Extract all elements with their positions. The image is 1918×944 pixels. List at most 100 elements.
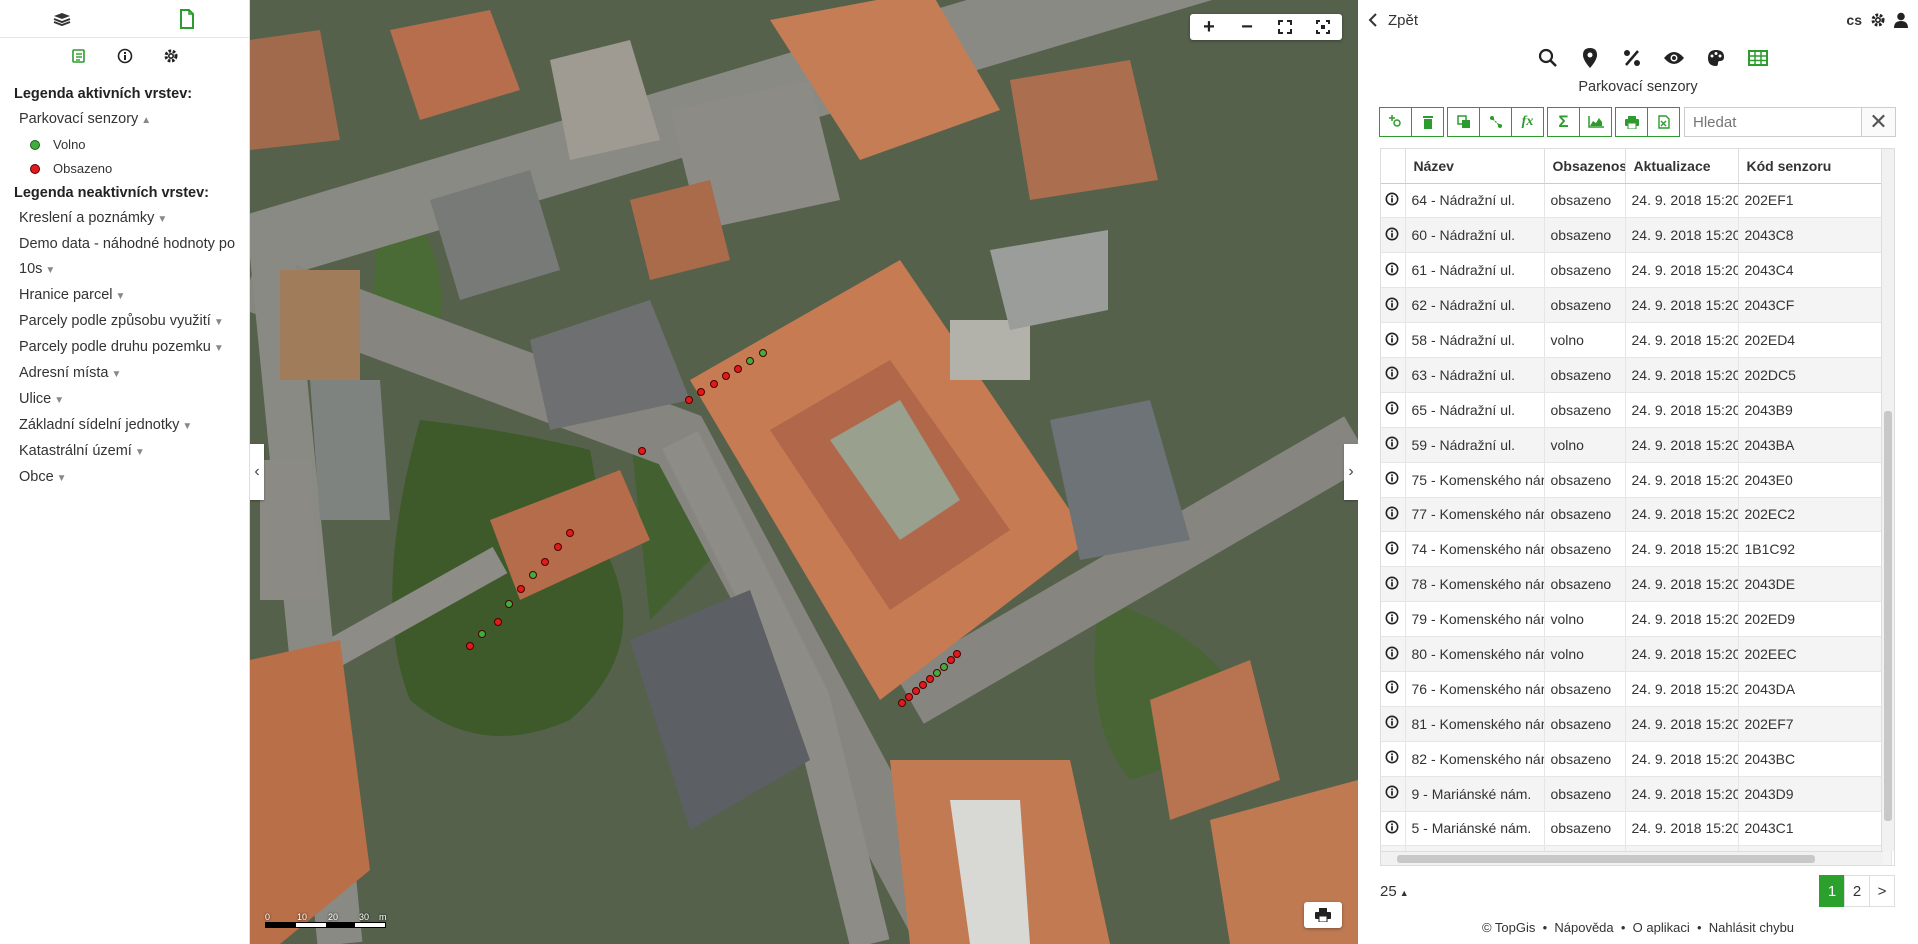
fullscreen-button[interactable] (1266, 14, 1304, 40)
select-button[interactable] (1479, 107, 1512, 137)
table-row[interactable]: 60 - Nádražní ul. obsazeno 24. 9. 2018 15:… (1381, 217, 1892, 254)
row-info-button[interactable] (1381, 636, 1406, 672)
gear-icon[interactable] (1870, 12, 1886, 28)
back-button[interactable]: Zpět (1368, 12, 1418, 29)
row-info-button[interactable] (1381, 217, 1406, 254)
row-info-button[interactable] (1381, 776, 1406, 812)
help-link[interactable]: Nápověda (1554, 920, 1613, 935)
active-layer-parking-sensors[interactable]: Parkovací senzory ▲ (14, 107, 237, 133)
row-info-button[interactable] (1381, 357, 1406, 393)
layers-tab[interactable] (0, 0, 125, 37)
row-info-button[interactable] (1381, 392, 1406, 428)
next-page-button[interactable]: > (1869, 875, 1895, 907)
table-row[interactable]: 77 - Komenského nám. obsazeno 24. 9. 2018 … (1381, 497, 1892, 533)
locate-tool[interactable] (1578, 46, 1602, 70)
inactive-layer-item[interactable]: Hranice parcel ▼ (14, 283, 237, 309)
row-info-button[interactable] (1381, 671, 1406, 707)
column-header-occupancy[interactable]: Obsazenost (1544, 149, 1626, 184)
table-row[interactable]: 62 - Nádražní ul. obsazeno 24. 9. 2018 15:… (1381, 287, 1892, 324)
cell-occupancy: obsazeno (1544, 392, 1626, 428)
row-info-button[interactable] (1381, 706, 1406, 742)
settings-tab[interactable] (163, 48, 179, 67)
table-row[interactable]: 58 - Nádražní ul. volno 24. 9. 2018 15:20 2… (1381, 322, 1892, 358)
row-info-button[interactable] (1381, 566, 1406, 603)
page-size-select[interactable]: 25 ▲ (1380, 883, 1409, 900)
row-info-button[interactable] (1381, 741, 1406, 777)
table-row[interactable]: 64 - Nádražní ul. obsazeno 24. 9. 2018 15:… (1381, 183, 1892, 219)
add-feature-button[interactable] (1379, 107, 1412, 137)
inactive-layer-item[interactable]: Kreslení a poznámky ▼ (14, 206, 237, 232)
table-row[interactable]: 76 - Komenského nám. obsazeno 24. 9. 2018 … (1381, 671, 1892, 707)
table-row[interactable]: 80 - Komenského nám. volno 24. 9. 2018 15:… (1381, 636, 1892, 672)
row-info-button[interactable] (1381, 322, 1406, 358)
search-tool[interactable] (1536, 46, 1560, 70)
inactive-layer-item[interactable]: Obce ▼ (14, 465, 237, 491)
table-row[interactable]: 74 - Komenského nám. obsazeno 24. 9. 2018 … (1381, 531, 1892, 568)
report-bug-link[interactable]: Nahlásit chybu (1709, 920, 1794, 935)
table-horizontal-scrollbar[interactable] (1381, 851, 1883, 865)
row-info-button[interactable] (1381, 462, 1406, 498)
export-excel-button[interactable] (1647, 107, 1680, 137)
table-row[interactable]: 9 - Mariánské nám. obsazeno 24. 9. 2018 15… (1381, 776, 1892, 812)
delete-feature-button[interactable] (1411, 107, 1444, 137)
chart-button[interactable] (1579, 107, 1612, 137)
row-info-button[interactable] (1381, 531, 1406, 568)
about-link[interactable]: O aplikaci (1633, 920, 1690, 935)
page-2-button[interactable]: 2 (1844, 875, 1870, 907)
search-input[interactable] (1685, 108, 1861, 136)
column-header-name[interactable]: Název (1405, 149, 1545, 184)
language-switch[interactable]: cs (1846, 12, 1862, 28)
table-tool[interactable] (1746, 46, 1770, 70)
row-info-button[interactable] (1381, 287, 1406, 324)
column-header-updated[interactable]: Aktualizace (1625, 149, 1739, 184)
table-row[interactable]: 79 - Komenského nám. volno 24. 9. 2018 15:… (1381, 601, 1892, 638)
table-row[interactable]: 82 - Komenského nám. obsazeno 24. 9. 2018 … (1381, 741, 1892, 777)
user-icon[interactable] (1894, 12, 1908, 28)
row-info-button[interactable] (1381, 183, 1406, 219)
merge-button[interactable] (1447, 107, 1480, 137)
collapse-left-panel-button[interactable]: ‹ (250, 444, 264, 500)
map-view[interactable]: + − ‹ › 0 10 20 30 m (250, 0, 1358, 944)
map-print-button[interactable] (1304, 902, 1342, 928)
table-vertical-scrollbar[interactable] (1881, 149, 1894, 851)
table-row[interactable]: 63 - Nádražní ul. obsazeno 24. 9. 2018 15:… (1381, 357, 1892, 393)
info-icon (1385, 715, 1399, 729)
table-row[interactable]: 59 - Nádražní ul. volno 24. 9. 2018 15:20 2… (1381, 427, 1892, 463)
inactive-layer-item[interactable]: Základní sídelní jednotky ▼ (14, 413, 237, 439)
row-info-button[interactable] (1381, 427, 1406, 463)
table-row[interactable]: 78 - Komenského nám. obsazeno 24. 9. 2018 … (1381, 566, 1892, 603)
clear-search-button[interactable]: ✕ (1861, 108, 1895, 136)
table-row[interactable]: 65 - Nádražní ul. obsazeno 24. 9. 2018 15:… (1381, 392, 1892, 428)
collapse-right-panel-button[interactable]: › (1344, 444, 1358, 500)
left-panel-top-tabs (0, 0, 249, 38)
percent-tool[interactable] (1620, 46, 1644, 70)
print-table-button[interactable] (1615, 107, 1648, 137)
zoom-extent-button[interactable] (1304, 14, 1342, 40)
column-header-sensor-code[interactable]: Kód senzoru (1738, 149, 1892, 184)
row-info-button[interactable] (1381, 811, 1406, 847)
inactive-layer-item[interactable]: Katastrální území ▼ (14, 439, 237, 465)
legend-tab[interactable] (71, 48, 87, 67)
inactive-layer-item[interactable]: Adresní místa ▼ (14, 361, 237, 387)
row-info-button[interactable] (1381, 497, 1406, 533)
table-row[interactable]: 5 - Mariánské nám. obsazeno 24. 9. 2018 15… (1381, 811, 1892, 847)
info-tab[interactable] (117, 48, 133, 67)
inactive-layer-item[interactable]: Parcely podle druhu pozemku ▼ (14, 335, 237, 361)
table-row[interactable]: 81 - Komenského nám. obsazeno 24. 9. 2018 … (1381, 706, 1892, 742)
table-row[interactable]: 61 - Nádražní ul. obsazeno 24. 9. 2018 15:… (1381, 252, 1892, 289)
inactive-layer-item[interactable]: Demo data - náhodné hodnoty po 10s ▼ (14, 232, 237, 283)
table-row[interactable]: 75 - Komenského nám. obsazeno 24. 9. 2018 … (1381, 462, 1892, 498)
visibility-tool[interactable] (1662, 46, 1686, 70)
row-info-button[interactable] (1381, 601, 1406, 638)
style-tool[interactable] (1704, 46, 1728, 70)
document-tab[interactable] (125, 0, 250, 37)
formula-button[interactable]: fx (1511, 107, 1544, 137)
zoom-in-button[interactable]: + (1190, 14, 1228, 40)
zoom-out-button[interactable]: − (1228, 14, 1266, 40)
inactive-layer-item[interactable]: Ulice ▼ (14, 387, 237, 413)
page-1-button[interactable]: 1 (1819, 875, 1845, 907)
page-size-value: 25 (1380, 882, 1397, 900)
sum-button[interactable]: Σ (1547, 107, 1580, 137)
row-info-button[interactable] (1381, 252, 1406, 289)
inactive-layer-item[interactable]: Parcely podle způsobu využití ▼ (14, 309, 237, 335)
